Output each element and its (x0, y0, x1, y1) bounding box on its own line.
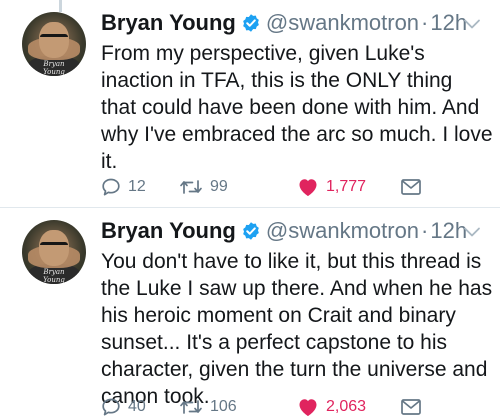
tweet-actions: 40 106 2,063 (100, 394, 440, 419)
verified-badge-icon (243, 14, 259, 32)
tweet-header: Bryan Young @swankmotron · 12h (101, 8, 467, 38)
heart-icon (299, 399, 317, 416)
like-count: 1,777 (326, 178, 367, 195)
tweet-text: From my perspective, given Luke's inacti… (101, 42, 493, 173)
tweet-actions: 12 99 1,777 (100, 174, 440, 200)
avatar-caption: Bryan Young (43, 60, 65, 76)
thread-connector-line (59, 0, 62, 12)
retweet-button[interactable]: 106 (178, 396, 237, 418)
chevron-down-icon[interactable] (462, 14, 482, 34)
verified-badge-icon (243, 222, 259, 240)
reply-count: 12 (128, 178, 146, 195)
direct-message-button[interactable] (400, 177, 422, 197)
direct-message-icon (401, 179, 421, 195)
tweet-text: You don't have to like it, but this thre… (101, 250, 493, 408)
direct-message-button[interactable] (400, 397, 422, 417)
header-separator: · (421, 10, 429, 35)
retweet-icon (180, 400, 202, 414)
avatar[interactable]: Bryan Young (22, 220, 86, 284)
reply-icon (102, 178, 120, 196)
heart-icon (299, 179, 317, 196)
author-handle[interactable]: @swankmotron (266, 218, 419, 244)
retweet-count: 99 (210, 178, 228, 195)
author-handle[interactable]: @swankmotron (266, 10, 419, 36)
reply-button[interactable]: 40 (100, 396, 146, 418)
avatar-glasses (40, 242, 68, 249)
tweet-header: Bryan Young @swankmotron · 12h (101, 216, 467, 246)
header-separator: · (421, 218, 429, 243)
like-button[interactable]: 2,063 (296, 396, 366, 418)
timeline: Bryan Young Bryan Young @swankmotron · 1… (0, 0, 500, 419)
author-name[interactable]: Bryan Young (101, 10, 236, 36)
reply-button[interactable]: 12 (100, 176, 146, 198)
avatar-caption: Bryan Young (43, 268, 65, 284)
retweet-icon (180, 180, 202, 194)
avatar-glasses (40, 34, 68, 41)
retweet-count: 106 (210, 398, 237, 415)
tweet[interactable]: Bryan Young Bryan Young @swankmotron · 1… (0, 208, 500, 419)
direct-message-icon (401, 399, 421, 415)
reply-icon (102, 398, 120, 416)
tweet[interactable]: Bryan Young Bryan Young @swankmotron · 1… (0, 0, 500, 208)
like-button[interactable]: 1,777 (296, 176, 366, 198)
chevron-down-icon[interactable] (462, 222, 482, 242)
avatar[interactable]: Bryan Young (22, 12, 86, 76)
like-count: 2,063 (326, 398, 367, 415)
retweet-button[interactable]: 99 (178, 176, 228, 198)
reply-count: 40 (128, 398, 146, 415)
author-name[interactable]: Bryan Young (101, 218, 236, 244)
